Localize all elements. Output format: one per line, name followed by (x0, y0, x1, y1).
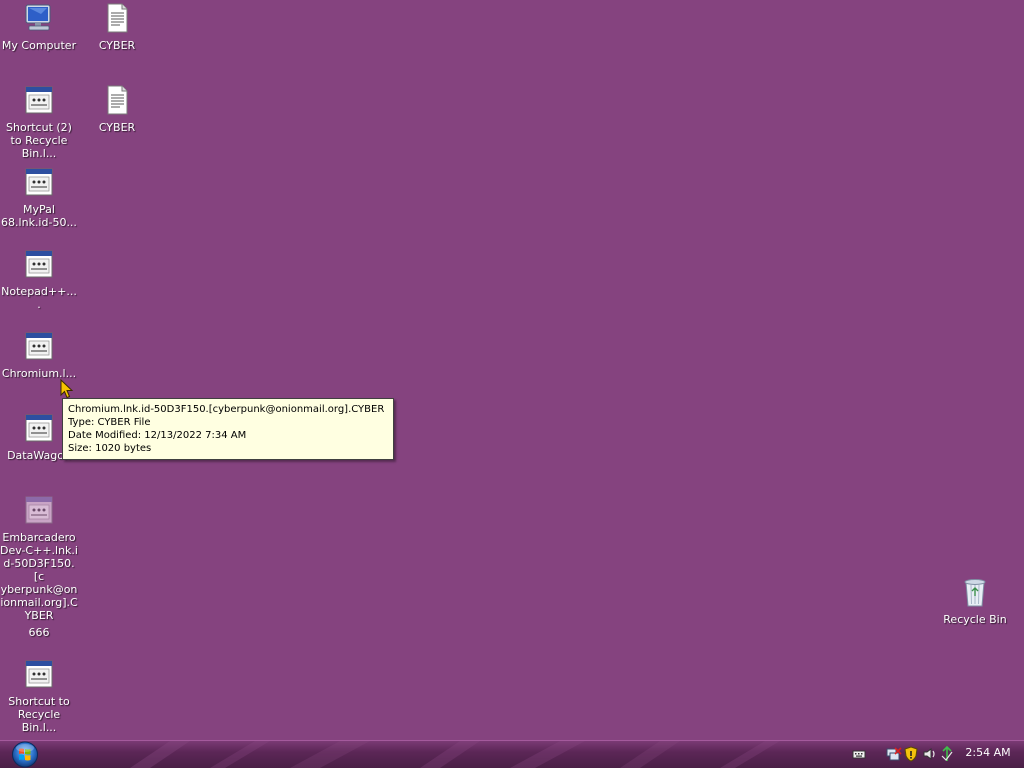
text-file-icon (101, 2, 133, 34)
recycle-bin-icon (959, 576, 991, 608)
shortcut-file-icon (23, 330, 55, 362)
desktop-icon-label: MyPal 68.lnk.id-50... (1, 203, 77, 229)
desktop-icon-cyber-1[interactable]: CYBER (78, 2, 156, 52)
tooltip-date-modified: Date Modified: 12/13/2022 7:34 AM (68, 430, 247, 441)
desktop-icon-label: My Computer (1, 39, 77, 52)
tooltip-file-type: Type: CYBER File (68, 417, 151, 428)
shortcut-file-icon (23, 248, 55, 280)
desktop-icon-recycle-bin[interactable]: Recycle Bin (936, 576, 1014, 626)
start-button[interactable] (10, 741, 40, 768)
desktop-icon-chromium[interactable]: Chromium.l... (0, 330, 78, 380)
desktop-icon-my-computer[interactable]: My Computer (0, 2, 78, 52)
desktop-icon-label: Shortcut (2) to Recycle Bin.l... (6, 121, 72, 160)
start-orb-icon (12, 741, 38, 768)
tooltip-file-name: Chromium.lnk.id-50D3F150.[cyberpunk@onio… (68, 404, 385, 415)
desktop-icon-shortcut-recycle-bin[interactable]: Shortcut to Recycle Bin.l... (0, 658, 78, 734)
desktop-icon-embarcadero-devcpp[interactable]: Embarcadero Dev-C++.lnk.i d-50D3F150.[c … (0, 494, 78, 639)
shortcut-file-icon (23, 166, 55, 198)
security-shield-icon[interactable] (904, 746, 918, 762)
text-file-icon (101, 84, 133, 116)
desktop-icon-label: CYBER (98, 121, 136, 134)
desktop-icon-notepadpp[interactable]: Notepad++.... (0, 248, 78, 311)
keyboard-icon[interactable] (852, 746, 866, 762)
desktop-icon-label: CYBER (98, 39, 136, 52)
desktop-icon-mypal[interactable]: MyPal 68.lnk.id-50... (0, 166, 78, 229)
shortcut-file-icon (23, 84, 55, 116)
taskbar-decoration (130, 741, 780, 768)
shortcut-file-icon (23, 494, 55, 526)
my-computer-icon (23, 2, 55, 34)
file-info-tooltip: Chromium.lnk.id-50D3F150.[cyberpunk@onio… (62, 398, 394, 460)
network-activity-icon[interactable] (940, 745, 954, 762)
tooltip-file-size: Size: 1020 bytes (68, 443, 152, 454)
desktop-icon-shortcut-2-recycle-bin[interactable]: Shortcut (2) to Recycle Bin.l... (0, 84, 78, 160)
network-icon[interactable] (886, 746, 902, 762)
desktop-icon-sublabel: 666 (28, 626, 50, 639)
mouse-cursor-icon (60, 378, 74, 399)
desktop-icon-cyber-2[interactable]: CYBER (78, 84, 156, 134)
desktop-icon-label: Notepad++.... (1, 285, 77, 311)
desktop-icon-label: Recycle Bin (943, 613, 1007, 626)
taskbar-clock[interactable]: 2:54 AM (962, 746, 1014, 760)
desktop[interactable]: My Computer CYBER Shortcut (2) to Recycl… (0, 0, 1024, 740)
volume-icon[interactable] (922, 746, 936, 762)
desktop-icon-label: Shortcut to Recycle Bin.l... (8, 695, 70, 734)
shortcut-file-icon (23, 658, 55, 690)
desktop-icon-label: Embarcadero Dev-C++.lnk.i d-50D3F150.[c … (0, 531, 78, 622)
shortcut-file-icon (23, 412, 55, 444)
